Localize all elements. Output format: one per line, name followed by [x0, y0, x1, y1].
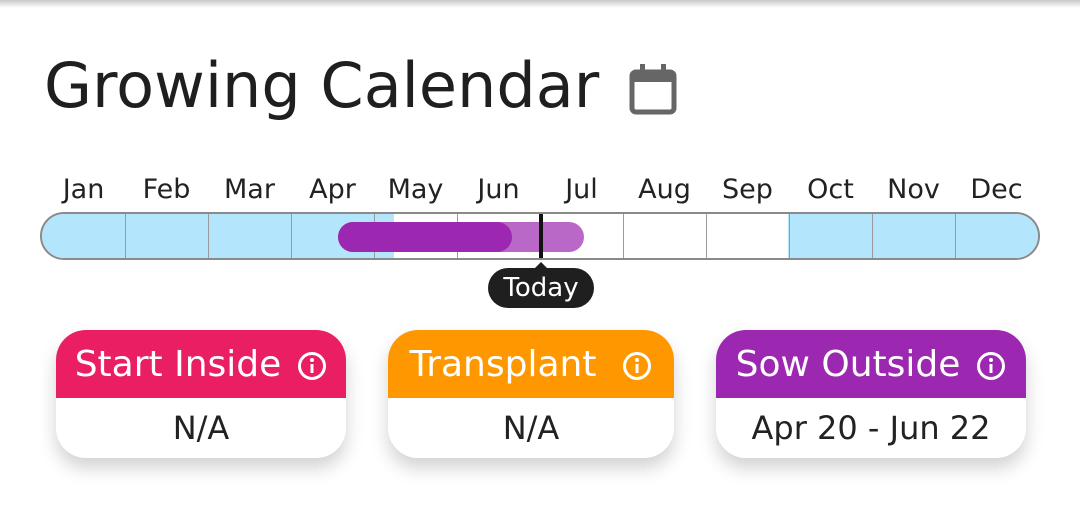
start-inside-card[interactable]: Start Inside N/A	[56, 330, 346, 458]
month-divider	[706, 214, 707, 258]
card-title: Sow Outside	[735, 343, 961, 385]
month-divider	[955, 214, 956, 258]
transplant-card[interactable]: Transplant N/A	[388, 330, 674, 458]
month-divider	[623, 214, 624, 258]
card-title: Transplant	[409, 343, 597, 385]
month-label: Jun	[477, 174, 520, 205]
month-labels: Jan Feb Mar Apr May Jun Jul Aug Sep Oct …	[42, 172, 1038, 208]
month-label: Jan	[62, 174, 105, 205]
month-label: Aug	[638, 174, 691, 205]
info-icon[interactable]	[976, 349, 1006, 380]
month-divider	[291, 214, 292, 258]
month-label: Oct	[807, 174, 854, 205]
month-label: May	[387, 174, 444, 205]
top-shadow	[0, 0, 1080, 8]
card-value: Apr 20 - Jun 22	[751, 409, 991, 447]
month-label: Sep	[722, 174, 773, 205]
month-label: Nov	[887, 174, 940, 205]
card-header: Transplant	[388, 330, 674, 398]
today-label: Today	[488, 268, 594, 308]
sow-outside-card[interactable]: Sow Outside Apr 20 - Jun 22	[716, 330, 1026, 458]
calendar-icon[interactable]	[629, 63, 677, 115]
month-divider	[872, 214, 873, 258]
info-icon[interactable]	[622, 349, 652, 380]
card-value: N/A	[502, 409, 560, 447]
card-header: Sow Outside	[716, 330, 1026, 398]
header: Growing Calendar	[44, 50, 677, 122]
off-season-late	[788, 214, 1038, 258]
month-divider	[208, 214, 209, 258]
month-divider	[789, 214, 790, 258]
month-label: Feb	[142, 174, 191, 205]
month-label: Dec	[970, 174, 1023, 205]
card-title: Start Inside	[74, 343, 282, 385]
today-marker	[539, 214, 543, 258]
page-title: Growing Calendar	[44, 49, 600, 122]
month-label: Jul	[565, 174, 598, 205]
card-header: Start Inside	[56, 330, 346, 398]
month-divider	[125, 214, 126, 258]
month-label: Mar	[224, 174, 275, 205]
sow-window-bar	[338, 222, 512, 252]
month-label: Apr	[309, 174, 356, 205]
info-icon[interactable]	[297, 349, 327, 380]
card-value: N/A	[172, 409, 230, 447]
